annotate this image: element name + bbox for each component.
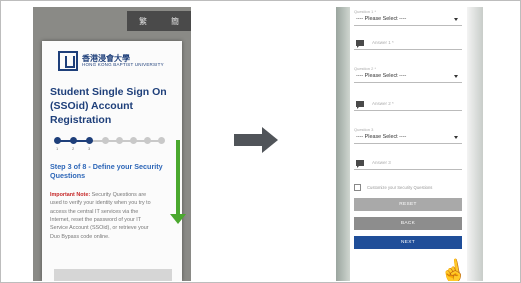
step-number: 3 xyxy=(88,145,91,151)
chat-bubble-icon xyxy=(356,39,364,48)
important-note: Important Note: Security Questions are u… xyxy=(50,191,158,241)
step-heading: Step 3 of 8 - Define your Security Quest… xyxy=(50,161,163,181)
step-dot-2 xyxy=(70,136,77,144)
dropdown-caret-icon xyxy=(454,18,458,21)
important-note-label: Important Note: xyxy=(50,191,91,198)
customize-label: Customize your Security Questions xyxy=(367,185,433,190)
scroll-down-arrow-icon xyxy=(170,140,186,224)
chat-bubble-icon xyxy=(356,100,364,109)
continue-button[interactable] xyxy=(54,269,172,281)
step-dot-4 xyxy=(102,136,109,144)
university-crest-icon xyxy=(58,51,78,71)
logo-english-name: HONG KONG BAPTIST UNIVERSITY xyxy=(82,61,164,67)
left-phone-screen: 繁 簡 香港浸會大學 HONG KONG BAPTIST UNIVERSITY … xyxy=(33,7,191,281)
lang-simplified-chinese[interactable]: 簡 xyxy=(171,16,179,27)
customize-checkbox[interactable] xyxy=(354,184,361,191)
step-dot-8 xyxy=(158,136,165,144)
lang-traditional-chinese[interactable]: 繁 xyxy=(139,16,147,27)
back-button[interactable]: BACK xyxy=(354,217,462,230)
step-dot-7 xyxy=(144,136,151,144)
question-2-select[interactable]: ---- Please Select ---- xyxy=(354,71,462,83)
right-phone-screen: Question 1 * ---- Please Select ---- Ans… xyxy=(336,7,483,281)
question-1-select[interactable]: ---- Please Select ---- xyxy=(354,14,462,26)
answer-2-field[interactable]: Answer 2 * xyxy=(354,97,462,111)
next-button[interactable]: NEXT xyxy=(354,236,462,249)
arrow-right-icon xyxy=(234,127,278,153)
page-title: Student Single Sign On (SSOid) Account R… xyxy=(50,86,167,127)
step-dot-3 xyxy=(86,136,93,144)
step-dot-5 xyxy=(116,136,123,144)
answer-3-field[interactable]: Answer 3 xyxy=(354,156,462,170)
chat-bubble-icon xyxy=(356,159,364,168)
step-progress: 1 2 3 xyxy=(50,136,174,152)
language-toggle[interactable]: 繁 簡 xyxy=(127,11,191,31)
customize-questions-option[interactable]: Customize your Security Questions xyxy=(354,184,462,191)
question-3-select[interactable]: ---- Please Select ---- xyxy=(354,132,462,144)
hkbu-logo: 香港浸會大學 HONG KONG BAPTIST UNIVERSITY xyxy=(58,51,174,71)
step-dot-1 xyxy=(54,136,61,144)
dropdown-caret-icon xyxy=(454,75,458,78)
step-dot-6 xyxy=(130,136,137,144)
dropdown-caret-icon xyxy=(454,136,458,139)
security-questions-form: Question 1 * ---- Please Select ---- Ans… xyxy=(354,7,462,249)
step-number: 1 xyxy=(56,145,59,151)
registration-card: 香港浸會大學 HONG KONG BAPTIST UNIVERSITY Stud… xyxy=(42,41,182,281)
answer-1-field[interactable]: Answer 1 * xyxy=(354,36,462,50)
hand-cursor-icon: ☝ xyxy=(437,256,470,281)
reset-button[interactable]: RESET xyxy=(354,198,462,211)
step-number: 2 xyxy=(72,145,75,151)
important-note-text: Security Questions are used to verify yo… xyxy=(50,191,151,240)
screenshot-frame: 繁 簡 香港浸會大學 HONG KONG BAPTIST UNIVERSITY … xyxy=(0,0,521,283)
